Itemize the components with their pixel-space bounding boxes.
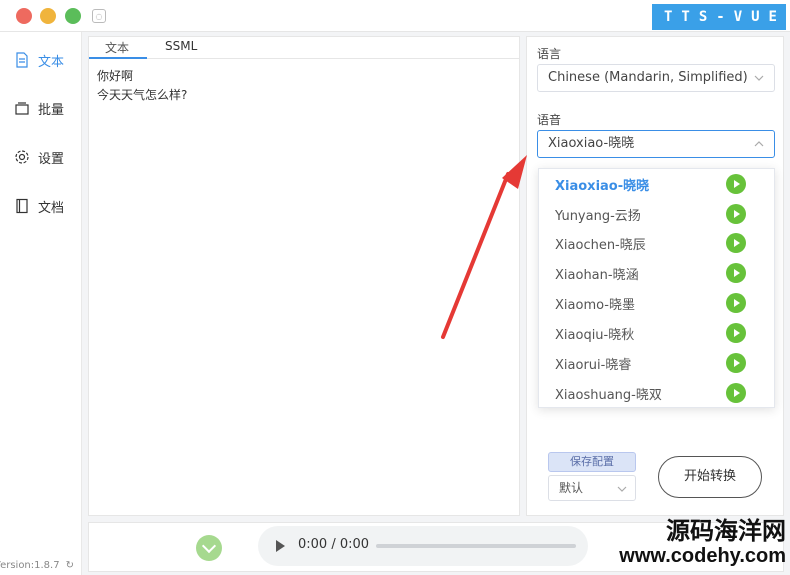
sidebar-item-label: 文本 [38, 54, 65, 70]
voice-option-label: Xiaomo-晓墨 [555, 297, 635, 313]
voice-option-label: Xiaochen-晓辰 [555, 237, 646, 253]
refresh-icon[interactable]: ↻ [66, 560, 74, 571]
voice-option-label: Xiaohan-晓涵 [555, 267, 639, 283]
book-icon [16, 198, 28, 214]
language-select[interactable]: Chinese (Mandarin, Simplified) [537, 64, 775, 92]
chevron-down-icon [754, 75, 764, 81]
text-editor-panel: 文本 SSML 你好啊 今天天气怎么样? [88, 36, 520, 516]
minimize-window-button[interactable] [40, 8, 56, 24]
play-icon[interactable] [726, 323, 746, 343]
watermark: 源码海洋网 www.codehy.com [619, 518, 786, 568]
watermark-url: www.codehy.com [619, 545, 786, 567]
play-button[interactable] [276, 540, 285, 552]
version-label: Version:1.8.7 ↻ [0, 560, 74, 571]
text-input[interactable]: 你好啊 今天天气怎么样? [89, 59, 519, 113]
voice-option[interactable]: Xiaoqiu-晓秋 [539, 318, 774, 348]
chevron-down-icon [617, 486, 627, 492]
voice-option[interactable]: Xiaomo-晓墨 [539, 288, 774, 318]
sidebar-item-settings[interactable]: 设置 [14, 145, 64, 169]
watermark-title: 源码海洋网 [666, 517, 786, 545]
layers-icon [15, 102, 29, 115]
tab-ssml[interactable]: SSML [165, 39, 197, 53]
play-icon[interactable] [726, 293, 746, 313]
language-label: 语言 [537, 47, 562, 61]
voice-option[interactable]: Xiaoxiao-晓晓 [539, 169, 774, 199]
play-icon[interactable] [726, 383, 746, 403]
save-config-button[interactable]: 保存配置 [548, 452, 636, 472]
voice-label: 语音 [537, 113, 562, 127]
version-text: Version:1.8.7 [0, 560, 60, 571]
preset-value: 默认 [559, 481, 584, 495]
brand-logo: TTS-VUE [651, 4, 786, 30]
player-time: 0:00 / 0:00 [298, 537, 370, 552]
document-icon [16, 52, 28, 68]
sidebar-item-label: 文档 [38, 200, 65, 216]
voice-option[interactable]: Xiaoshuang-晓双 [539, 378, 774, 407]
language-value: Chinese (Mandarin, Simplified) [548, 70, 748, 85]
voice-option[interactable]: Xiaorui-晓睿 [539, 348, 774, 378]
play-icon[interactable] [726, 233, 746, 253]
audio-player: 0:00 / 0:00 [258, 526, 588, 566]
play-icon[interactable] [726, 174, 746, 194]
voice-option[interactable]: Xiaochen-晓辰 [539, 228, 774, 258]
start-convert-button[interactable]: 开始转换 [658, 456, 762, 498]
sidebar-item-batch[interactable]: 批量 [14, 96, 64, 120]
title-bar: ◌ TTS-VUE [0, 0, 790, 32]
sidebar-item-text[interactable]: 文本 [14, 48, 64, 72]
download-button[interactable] [196, 535, 222, 561]
pin-icon[interactable]: ◌ [92, 9, 106, 23]
sidebar-item-docs[interactable]: 文档 [14, 194, 64, 218]
voice-value: Xiaoxiao-晓晓 [548, 136, 635, 151]
progress-track[interactable] [376, 544, 576, 548]
play-icon[interactable] [726, 263, 746, 283]
voice-option[interactable]: Xiaohan-晓涵 [539, 258, 774, 288]
voice-option-label: Xiaoxiao-晓晓 [555, 178, 650, 194]
active-tab-indicator [89, 57, 147, 59]
sidebar-item-label: 设置 [38, 151, 65, 167]
voice-option-label: Xiaoshuang-晓双 [555, 387, 662, 403]
chevron-up-icon [754, 141, 764, 147]
editor-tabs: 文本 SSML [89, 37, 519, 59]
close-window-button[interactable] [16, 8, 32, 24]
voice-option-label: Yunyang-云扬 [555, 208, 641, 224]
gear-icon [15, 150, 29, 164]
play-icon[interactable] [726, 204, 746, 224]
voice-option[interactable]: Yunyang-云扬 [539, 199, 774, 229]
maximize-window-button[interactable] [65, 8, 81, 24]
voice-dropdown: Xiaoxiao-晓晓 Yunyang-云扬 Xiaochen-晓辰 Xiaoh… [538, 168, 775, 408]
sidebar-item-label: 批量 [38, 102, 65, 118]
play-icon[interactable] [726, 353, 746, 373]
voice-option-label: Xiaoqiu-晓秋 [555, 327, 635, 343]
voice-option-label: Xiaorui-晓睿 [555, 357, 632, 373]
download-icon [201, 538, 217, 554]
tab-text[interactable]: 文本 [105, 39, 129, 56]
voice-select[interactable]: Xiaoxiao-晓晓 [537, 130, 775, 158]
sidebar: 文本 批量 设置 文档 Version:1.8.7 ↻ [0, 32, 82, 575]
preset-select[interactable]: 默认 [548, 475, 636, 501]
